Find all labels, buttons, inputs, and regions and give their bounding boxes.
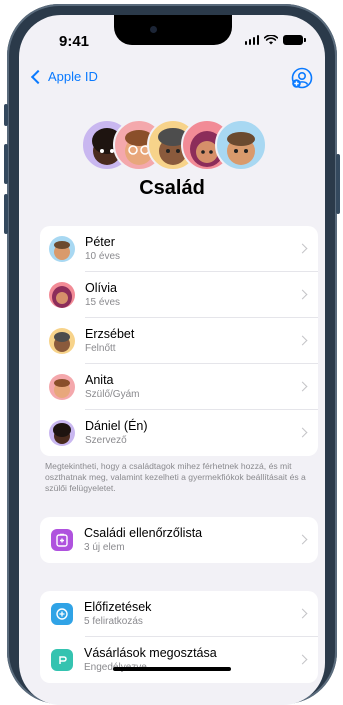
member-detail: Felnőtt xyxy=(85,343,116,354)
member-detail: 10 éves xyxy=(85,251,121,262)
avatar xyxy=(49,420,75,446)
subscriptions-title: Előfizetések xyxy=(84,600,152,614)
checklist-icon xyxy=(51,529,73,551)
signal-icon xyxy=(244,35,259,45)
silent-switch xyxy=(4,104,8,126)
purchase-sharing-icon xyxy=(51,649,73,671)
chevron-left-icon xyxy=(30,69,46,84)
subscriptions-icon xyxy=(51,603,73,625)
back-button[interactable]: Apple ID xyxy=(30,69,98,84)
home-indicator xyxy=(113,667,231,671)
purchase-sharing-row[interactable]: Vásárlások megosztása Engedélyezve xyxy=(40,637,318,683)
navigation-bar: Apple ID xyxy=(19,67,325,91)
battery-icon xyxy=(283,35,306,45)
subscriptions-detail: 5 feliratkozás xyxy=(84,616,143,627)
checklist-detail: 3 új elem xyxy=(84,542,125,553)
page-title: Család xyxy=(139,177,205,199)
family-members-list: Péter 10 éves Olívia 15 éves Erzsébet Fe… xyxy=(40,226,318,456)
add-family-member-icon[interactable] xyxy=(291,67,313,89)
purchase-sharing-title: Vásárlások megosztása xyxy=(84,646,217,660)
member-row-anita[interactable]: Anita Szülő/Gyám xyxy=(40,364,318,410)
wifi-icon xyxy=(264,35,278,45)
member-name: Olívia xyxy=(85,281,117,295)
member-name: Erzsébet xyxy=(85,327,135,341)
member-detail: Szülő/Gyám xyxy=(85,389,140,400)
subscriptions-row[interactable]: Előfizetések 5 feliratkozás xyxy=(40,591,318,637)
member-name: Dániel (Én) xyxy=(85,419,148,433)
family-avatars xyxy=(81,115,271,173)
notch xyxy=(114,15,232,45)
status-time: 9:41 xyxy=(59,33,90,50)
volume-up-button xyxy=(4,144,8,184)
member-detail: Szervező xyxy=(85,435,127,446)
checklist-group: Családi ellenőrzőlista 3 új elem xyxy=(40,517,318,563)
member-detail: 15 éves xyxy=(85,297,121,308)
member-row-peter[interactable]: Péter 10 éves xyxy=(40,226,318,272)
avatar xyxy=(49,374,75,400)
family-checklist-row[interactable]: Családi ellenőrzőlista 3 új elem xyxy=(40,517,318,563)
member-name: Anita xyxy=(85,373,114,387)
checklist-title: Családi ellenőrzőlista xyxy=(84,526,203,540)
volume-down-button xyxy=(4,194,8,234)
avatar xyxy=(49,328,75,354)
member-row-daniel[interactable]: Dániel (Én) Szervező xyxy=(40,410,318,456)
side-button xyxy=(336,154,340,214)
screen: 9:41 Apple ID Család Péter 10 éves Olívi… xyxy=(19,15,325,705)
back-label: Apple ID xyxy=(48,69,98,84)
avatar xyxy=(49,236,75,262)
avatar xyxy=(49,282,75,308)
member-row-erzsebet[interactable]: Erzsébet Felnőtt xyxy=(40,318,318,364)
member-name: Péter xyxy=(85,235,115,249)
member-row-olivia[interactable]: Olívia 15 éves xyxy=(40,272,318,318)
avatar xyxy=(215,119,267,171)
status-icons xyxy=(244,35,306,45)
family-footnote: Megtekintheti, hogy a családtagok mihez … xyxy=(45,461,306,494)
